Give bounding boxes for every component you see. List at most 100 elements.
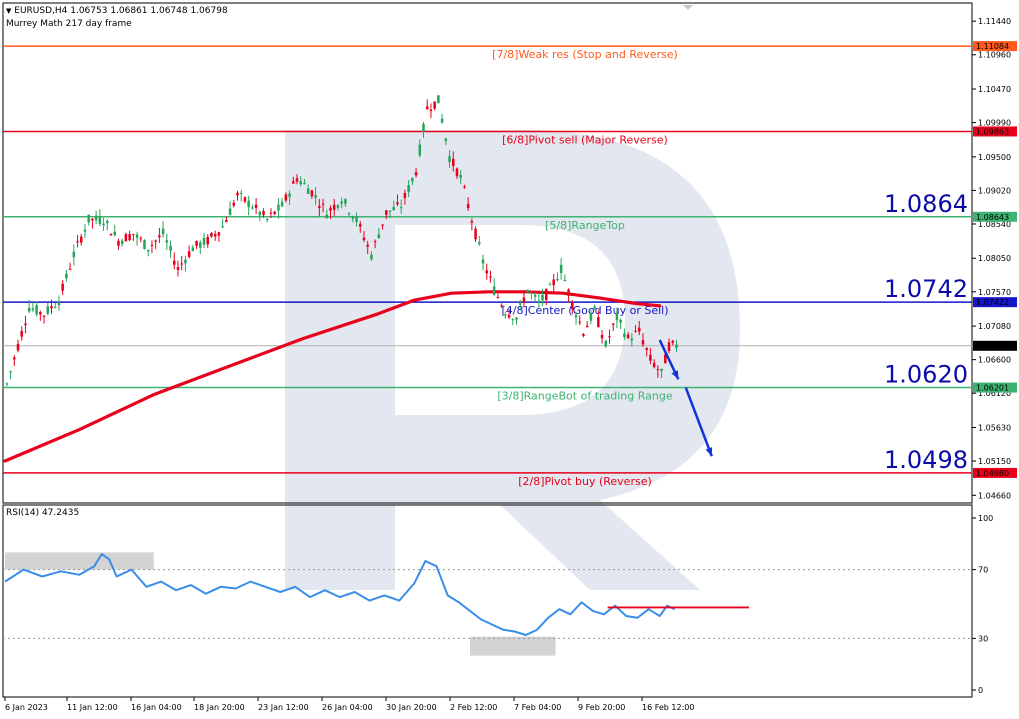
level-price-tag: 1.04980 (976, 469, 1009, 478)
level-price-tag: 1.07422 (976, 298, 1009, 307)
candle-body (518, 303, 522, 305)
candle-body (366, 244, 369, 247)
time-tick-label: 2 Feb 12:00 (450, 703, 497, 712)
candle-body (359, 224, 362, 227)
candle-body (407, 185, 410, 193)
candle-body (161, 228, 165, 235)
candle-body (72, 251, 76, 258)
candle-body (630, 338, 634, 341)
candle-body (120, 240, 124, 244)
candle-body (135, 234, 139, 238)
candle-body (284, 194, 288, 201)
candle-body (39, 311, 42, 315)
candle-body (239, 192, 243, 194)
candle-body (57, 301, 61, 306)
candle-body (180, 263, 183, 265)
candle-body (206, 237, 209, 245)
candle-body (533, 294, 537, 297)
price-tick-label: 1.10960 (978, 51, 1011, 60)
candle-body (444, 138, 448, 141)
candle-body (388, 210, 392, 212)
candle-body (638, 327, 641, 332)
candle-body (321, 203, 325, 205)
candle-body (42, 315, 46, 317)
candle-body (254, 204, 258, 208)
time-tick-label: 16 Jan 04:00 (131, 703, 182, 712)
candle-body (466, 203, 470, 209)
level-price-tag: 1.11084 (976, 42, 1009, 51)
price-tick-label: 1.07080 (978, 322, 1011, 331)
candle-body (173, 260, 176, 265)
collapse-arrow-icon[interactable] (683, 5, 693, 10)
candle-body (165, 240, 169, 243)
watermark-r-shape (285, 130, 740, 590)
candle-body (187, 251, 191, 257)
candle-body (347, 213, 351, 215)
candle-body (80, 236, 83, 243)
candle-body (634, 330, 637, 332)
candle-body (675, 344, 678, 349)
candle-body (411, 178, 414, 182)
candle-body (150, 244, 154, 246)
candle-body (158, 235, 161, 238)
rsi-label: RSI(14) 47.2435 (6, 508, 80, 518)
murrey-level-label: [3/8]RangeBot of trading Range (497, 390, 672, 403)
candle-body (16, 343, 20, 351)
candle-body (225, 219, 228, 223)
candle-body (46, 306, 50, 314)
candle-body (213, 233, 217, 237)
candle-body (83, 229, 87, 232)
level-big-labels: 1.0864 1.0742 1.0620 1.0498 (884, 190, 968, 474)
candle-body (362, 237, 366, 241)
candle-body (600, 334, 604, 339)
candle-body (530, 292, 533, 294)
candle-body (455, 168, 459, 177)
candle-body (109, 233, 113, 236)
candle-body (91, 218, 94, 221)
candle-body (448, 156, 451, 163)
rsi-pane (3, 552, 972, 656)
time-tick-label: 9 Feb 20:00 (578, 703, 625, 712)
candle-body (273, 211, 276, 215)
time-tick-label: 18 Jan 20:00 (194, 703, 245, 712)
candle-body (373, 241, 377, 243)
symbol-line: EURUSD,H4 1.06753 1.06861 1.06748 1.0679… (14, 6, 228, 16)
candle-body (310, 190, 314, 197)
rsi-pane-frame[interactable] (2, 504, 973, 698)
candle-body (437, 95, 440, 104)
murrey-level-label: [2/8]Pivot buy (Reverse) (518, 475, 652, 488)
candle-body (492, 286, 496, 295)
candle-body (645, 348, 648, 350)
candle-body (399, 207, 403, 209)
candle-body (578, 321, 581, 323)
candle-body (608, 336, 611, 338)
candle-body (314, 195, 317, 198)
dropdown-triangle-icon[interactable]: ▼ (6, 7, 11, 15)
candle-body (243, 197, 247, 202)
candle-body (582, 333, 585, 336)
candle-body (106, 220, 109, 224)
candle-body (232, 202, 236, 206)
candle-body (9, 371, 12, 373)
watermark-logo (285, 130, 740, 590)
rsi-highlight-zone (470, 636, 556, 656)
candle-body (329, 207, 332, 211)
candle-body (5, 383, 9, 385)
price-tick-label: 1.07570 (978, 288, 1011, 297)
candle-body (27, 307, 31, 312)
candle-body (537, 300, 541, 303)
candle-body (262, 211, 265, 216)
candle-body (585, 325, 589, 328)
time-tick-label: 6 Jan 2023 (5, 703, 48, 712)
candle-body (403, 192, 407, 199)
candle-body (440, 118, 444, 123)
candle-body (541, 294, 544, 301)
candle-body (623, 333, 626, 337)
rsi-axis: 100 70 30 0 (972, 514, 993, 695)
price-tick-label: 1.11440 (978, 17, 1011, 26)
candle-body (619, 319, 622, 323)
candle-body (344, 199, 347, 204)
candle-body (589, 312, 593, 321)
candle-body (280, 201, 284, 207)
candle-body (559, 264, 563, 273)
